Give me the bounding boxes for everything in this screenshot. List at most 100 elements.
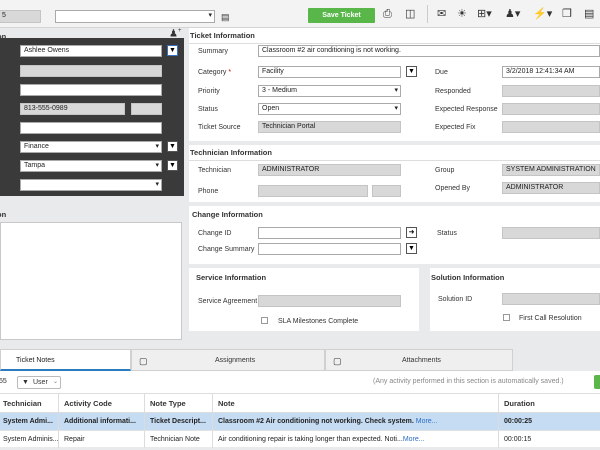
due-value: 3/2/2018 12:41:34 AM (506, 68, 575, 75)
requester-email-field[interactable] (20, 65, 162, 77)
change-status-label: Status (437, 230, 457, 237)
requester-field-5[interactable] (20, 122, 162, 134)
users-icon[interactable]: ♟▾ (505, 8, 520, 20)
requester-name-field[interactable]: Ashlee Owens (20, 45, 162, 57)
column-technician[interactable]: Technician (0, 394, 59, 414)
add-ticket-icon[interactable]: ⊞▾ (477, 8, 492, 20)
requester-lookup-button[interactable]: ▼ (167, 45, 178, 56)
light-bulb-icon[interactable]: ☀ (457, 8, 467, 20)
priority-label: Priority (198, 88, 220, 95)
cell-note-type: Technician Note (145, 431, 213, 448)
column-note-type[interactable]: Note Type (145, 394, 213, 414)
tech-ext-field (372, 185, 401, 197)
change-summary-field[interactable] (258, 243, 401, 255)
filter-icon: ▼ (22, 379, 29, 386)
tab-attachments-label: Attachments (402, 357, 441, 364)
cell-note-type: Ticket Descript... (145, 413, 213, 430)
solution-id-label: Solution ID (438, 296, 473, 303)
document-icon[interactable]: ▤ (584, 8, 594, 20)
table-row[interactable]: System Adminis... Repair Technician Note… (0, 430, 600, 448)
requester-phone-field[interactable]: 813-555-0989 (20, 103, 125, 115)
location-dropdown-button[interactable]: ▼ (167, 160, 178, 171)
ticket-source-value: Technician Portal (262, 123, 316, 130)
copy-icon[interactable]: ❐ (562, 8, 572, 20)
column-note[interactable]: Note (213, 394, 499, 414)
column-duration[interactable]: Duration (499, 394, 600, 414)
column-activity-code[interactable]: Activity Code (59, 394, 145, 414)
cell-technician: System Adminis... (0, 431, 59, 448)
technician-label: Technician (198, 167, 232, 174)
ticket-template-select[interactable] (55, 10, 215, 23)
change-summary-dropdown-button[interactable]: ▼ (406, 243, 417, 254)
department-dropdown-button[interactable]: ▼ (167, 141, 178, 152)
opened-by-field: ADMINISTRATOR (502, 182, 600, 194)
service-agreement-label: Service Agreement (198, 298, 258, 305)
add-note-button[interactable] (594, 375, 600, 389)
description-textarea[interactable] (0, 222, 182, 340)
status-select[interactable]: Open (258, 103, 401, 115)
sla-milestones-label: SLA Milestones Complete (278, 318, 359, 325)
tab-assignments[interactable]: ▢ Assignments (131, 349, 325, 371)
change-id-field[interactable] (258, 227, 401, 239)
requester-phone-value: 813-555-0989 (24, 105, 68, 112)
change-status-field (502, 227, 600, 239)
save-ticket-button[interactable]: Save Ticket (308, 8, 375, 23)
change-info-header: Change Information (192, 210, 263, 219)
email-icon[interactable]: ✉ (437, 8, 446, 20)
status-value: Open (262, 105, 280, 112)
change-id-go-button[interactable]: ➜ (406, 227, 417, 238)
status-label: Status (198, 106, 218, 113)
summary-field[interactable]: Classroom #2 air conditioning is not wor… (258, 45, 600, 57)
requester-room-select[interactable] (20, 179, 162, 191)
calendar-icon[interactable]: ▤ (221, 11, 230, 23)
ticket-id-value: 5 (2, 12, 6, 19)
lightning-icon[interactable]: ⚡▾ (533, 8, 552, 20)
tab-attachments[interactable]: ▢ Attachments (325, 349, 513, 371)
cell-duration: 00:00:25 (504, 418, 533, 425)
category-field[interactable]: Facility (258, 66, 401, 78)
note-text: Classroom #2 Air conditioning not workin… (218, 418, 414, 425)
due-field[interactable]: 3/2/2018 12:41:34 AM (502, 66, 600, 78)
ticket-id-field[interactable]: 5 (0, 10, 41, 23)
group-field: SYSTEM ADMINISTRATION (502, 164, 600, 176)
solution-id-field (502, 293, 600, 305)
notes-count: 55 (0, 378, 7, 385)
requester-ext-field[interactable] (131, 103, 162, 115)
requester-field-3[interactable] (20, 84, 162, 96)
tab-ticket-notes-label: Ticket Notes (16, 357, 55, 364)
requester-location-select[interactable]: Tampa (20, 160, 162, 172)
tab-ticket-notes[interactable]: Ticket Notes (0, 349, 131, 371)
expected-fix-field (502, 121, 600, 133)
user-filter-label: User (33, 379, 48, 386)
autosave-note: (Any activity performed in this section … (373, 378, 564, 385)
expected-response-field (502, 103, 600, 115)
technician-field: ADMINISTRATOR (258, 164, 401, 176)
user-filter-button[interactable]: ▼ User ⌄ (17, 376, 61, 389)
tech-phone-label: Phone (198, 188, 219, 195)
first-call-resolution-label: First Call Resolution (519, 315, 582, 322)
print-icon[interactable]: ⎙ (383, 8, 392, 20)
export-icon[interactable]: ◫ (405, 8, 415, 20)
more-link[interactable]: More... (416, 418, 438, 425)
assignments-icon: ▢ (139, 356, 148, 366)
table-row[interactable]: System Admi... Additional informati... T… (0, 413, 600, 430)
category-dropdown-button[interactable]: ▼ (406, 66, 417, 77)
requester-location-value: Tampa (24, 162, 46, 169)
expected-fix-label: Expected Fix (435, 124, 476, 131)
tech-phone-field (258, 185, 368, 197)
sla-milestones-checkbox[interactable] (261, 317, 268, 324)
opened-by-label: Opened By (435, 185, 471, 192)
technician-value: ADMINISTRATOR (262, 166, 320, 173)
more-link[interactable]: More... (403, 436, 425, 443)
ticket-info-header: Ticket Information (190, 31, 255, 40)
chevron-down-icon: ⌄ (53, 379, 59, 385)
notes-table-header: Technician Activity Code Note Type Note … (0, 393, 600, 414)
ticket-source-field: Technician Portal (258, 121, 401, 133)
first-call-resolution-checkbox[interactable] (503, 314, 510, 321)
group-label: Group (435, 167, 455, 174)
requester-department-select[interactable]: Finance (20, 141, 162, 153)
service-info-header: Service Information (196, 273, 267, 282)
priority-select[interactable]: 3 - Medium (258, 85, 401, 97)
category-label: Category * (198, 69, 231, 76)
summary-label: Summary (198, 48, 228, 55)
